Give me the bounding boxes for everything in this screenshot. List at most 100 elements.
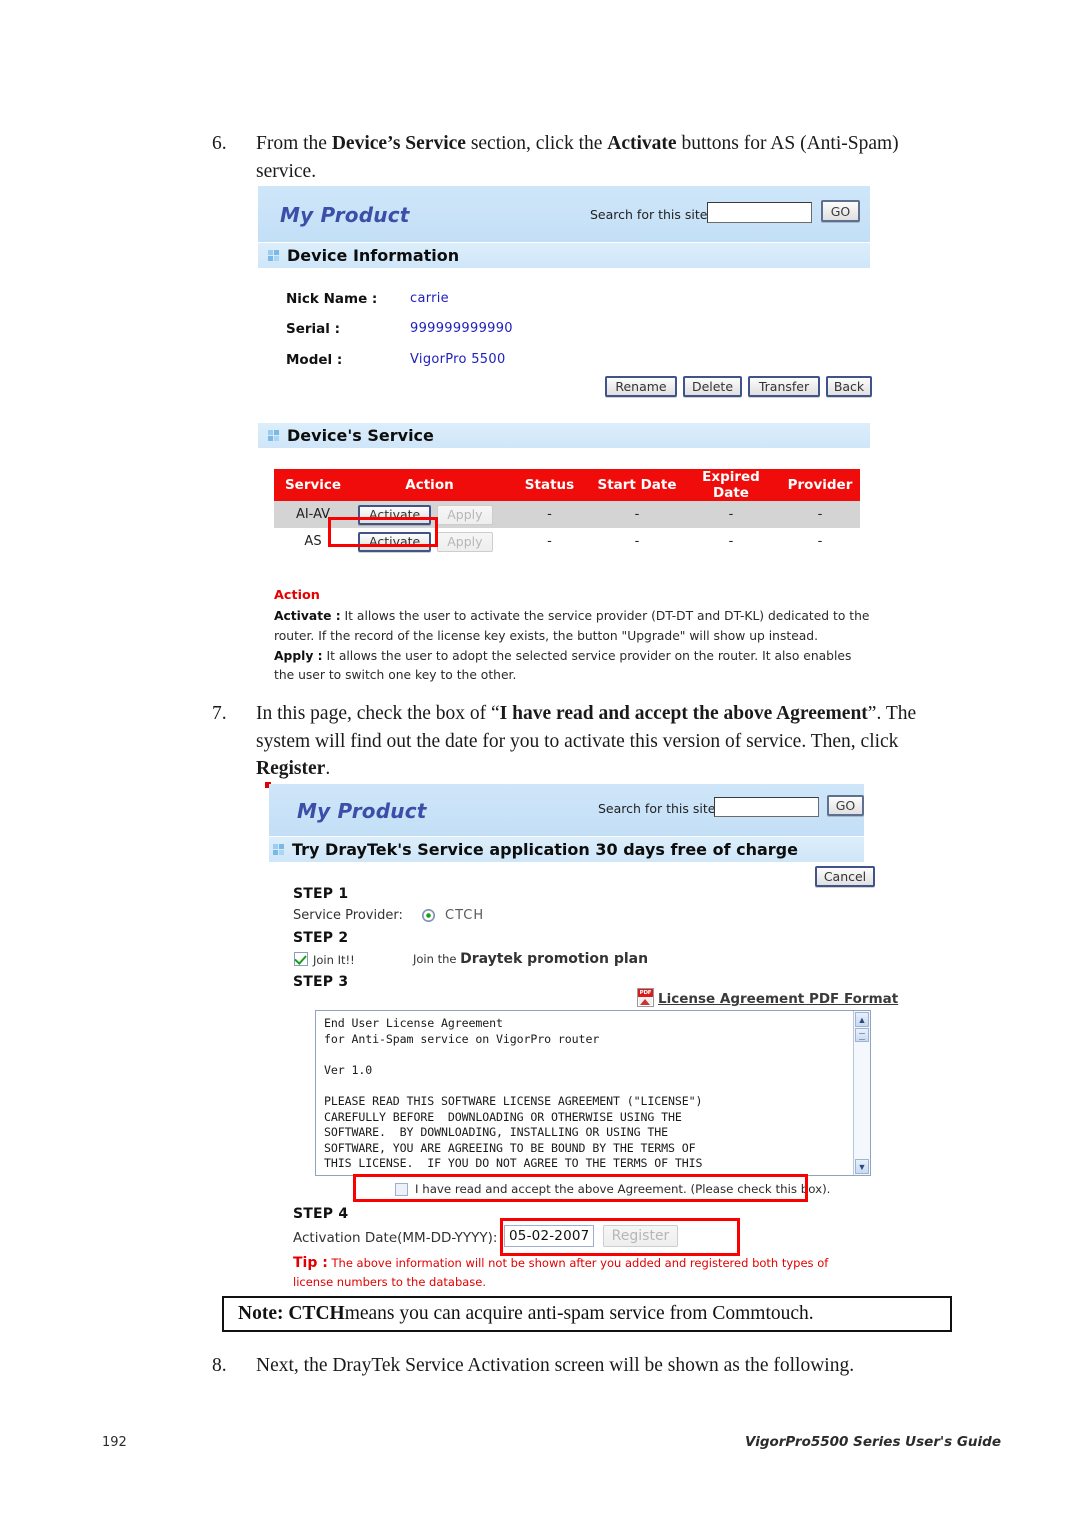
activate-button-as[interactable]: Activate bbox=[358, 531, 432, 552]
col-expired-date: Expired Date bbox=[682, 469, 780, 501]
device-service-section-bar: Device's Service bbox=[258, 422, 870, 448]
apply-description-text: It allows the user to adopt the selected… bbox=[274, 648, 852, 683]
tip-label: Tip : bbox=[293, 1255, 328, 1271]
table-header-row: Service Action Status Start Date Expired… bbox=[274, 469, 860, 501]
expired-date-as: - bbox=[682, 528, 780, 555]
trial-section-title: Try DrayTek's Service application 30 day… bbox=[292, 840, 798, 859]
model-label: Model : bbox=[286, 352, 343, 368]
apply-description-label: Apply : bbox=[274, 648, 323, 663]
service-activation-screenshot: My Product Search for this site GO Try D… bbox=[265, 782, 898, 1289]
promotion-plan-text-light: Join the bbox=[413, 952, 461, 966]
action-cell-ai-av: Activate Apply bbox=[352, 501, 507, 528]
service-provider-radio-ctch[interactable] bbox=[422, 909, 435, 922]
scroll-up-arrow-icon[interactable]: ▲ bbox=[855, 1012, 869, 1027]
promotion-plan-text-bold: Draytek promotion plan bbox=[460, 951, 649, 967]
provider-as: - bbox=[780, 528, 860, 555]
device-information-screenshot: My Product Search for this site GO Devic… bbox=[258, 186, 872, 686]
service-provider-label: Service Provider: bbox=[293, 908, 403, 923]
step-7-paragraph: 7. In this page, check the box of “I hav… bbox=[212, 700, 942, 783]
scroll-thumb[interactable] bbox=[855, 1028, 869, 1042]
cancel-button[interactable]: Cancel bbox=[815, 866, 875, 887]
activation-date-input[interactable]: 05-02-2007 bbox=[504, 1225, 594, 1247]
col-start-date: Start Date bbox=[592, 469, 682, 501]
section-squares-icon bbox=[273, 844, 284, 855]
footer-guide-title: VigorPro5500 Series User's Guide bbox=[745, 1434, 1001, 1450]
note-text: means you can acquire anti-spam service … bbox=[344, 1303, 814, 1324]
start-date-ai-av: - bbox=[592, 501, 682, 528]
col-status: Status bbox=[507, 469, 592, 501]
step-6-text: From the Device’s Service section, click… bbox=[256, 130, 942, 185]
step-6-paragraph: 6. From the Device’s Service section, cl… bbox=[212, 130, 942, 185]
service-name-as: AS bbox=[274, 528, 352, 555]
device-information-section-title: Device Information bbox=[287, 246, 460, 265]
agreement-checkbox-row[interactable]: I have read and accept the above Agreeme… bbox=[395, 1182, 830, 1196]
scroll-down-arrow-icon[interactable]: ▼ bbox=[855, 1159, 869, 1174]
shot1-search-label: Search for this site bbox=[590, 207, 708, 222]
action-description-heading: Action bbox=[274, 588, 320, 603]
license-agreement-textarea[interactable]: End User License Agreement for Anti-Spam… bbox=[315, 1010, 871, 1176]
status-ai-av: - bbox=[507, 501, 592, 528]
step3-title: STEP 3 bbox=[293, 974, 349, 990]
step-7-bold-agreement: I have read and accept the above Agreeme… bbox=[499, 703, 868, 724]
delete-button[interactable]: Delete bbox=[683, 376, 742, 397]
pdf-icon-graphic bbox=[639, 997, 652, 1005]
license-agreement-pdf-link[interactable]: License Agreement PDF Format bbox=[658, 991, 898, 1007]
section-squares-icon bbox=[268, 430, 279, 441]
activate-description-text: It allows the user to activate the servi… bbox=[274, 608, 870, 643]
action-cell-as: Activate Apply bbox=[352, 528, 507, 555]
shot1-brand-logo: My Product bbox=[280, 203, 410, 227]
step-8-paragraph: 8. Next, the DrayTek Service Activation … bbox=[212, 1352, 942, 1380]
pdf-icon-label: PDF bbox=[638, 989, 653, 997]
col-provider: Provider bbox=[780, 469, 860, 501]
activate-description: Activate : It allows the user to activat… bbox=[274, 607, 874, 647]
step1-title: STEP 1 bbox=[293, 886, 349, 902]
shot2-search-input[interactable] bbox=[714, 797, 819, 817]
step-7-text: In this page, check the box of “I have r… bbox=[256, 700, 942, 783]
promotion-plan-text: Join the Draytek promotion plan bbox=[413, 951, 648, 967]
activation-date-label: Activation Date(MM-DD-YYYY): bbox=[293, 1230, 498, 1246]
step2-title: STEP 2 bbox=[293, 930, 349, 946]
activate-description-label: Activate : bbox=[274, 608, 341, 623]
provider-ai-av: - bbox=[780, 501, 860, 528]
step-6-number: 6. bbox=[212, 133, 227, 154]
step-6-bold-activate: Activate bbox=[607, 133, 677, 154]
step-6-text-a: From the bbox=[256, 133, 332, 154]
step-7-number: 7. bbox=[212, 703, 227, 724]
apply-description: Apply : It allows the user to adopt the … bbox=[274, 647, 874, 687]
device-service-table: Service Action Status Start Date Expired… bbox=[274, 469, 860, 555]
device-service-section-title: Device's Service bbox=[287, 426, 434, 445]
start-date-as: - bbox=[592, 528, 682, 555]
register-button: Register bbox=[603, 1225, 678, 1247]
transfer-button[interactable]: Transfer bbox=[748, 376, 820, 397]
agreement-checkbox-label: I have read and accept the above Agreeme… bbox=[415, 1182, 831, 1196]
step4-title: STEP 4 bbox=[293, 1206, 349, 1222]
shot2-go-button[interactable]: GO bbox=[827, 795, 864, 816]
note-callout-box: Note: CTCH means you can acquire anti-sp… bbox=[222, 1296, 952, 1332]
step-8-number: 8. bbox=[212, 1355, 227, 1376]
step-7-bold-register: Register bbox=[256, 758, 326, 780]
serial-value: 999999999990 bbox=[410, 321, 513, 336]
tip-text-block: Tip : The above information will not be … bbox=[293, 1254, 868, 1290]
apply-button-as: Apply bbox=[437, 531, 493, 552]
agreement-checkbox[interactable] bbox=[395, 1182, 408, 1196]
expired-date-ai-av: - bbox=[682, 501, 780, 528]
join-it-checkbox[interactable] bbox=[294, 952, 308, 966]
trial-section-bar: Try DrayTek's Service application 30 day… bbox=[269, 836, 864, 862]
back-button[interactable]: Back bbox=[826, 376, 872, 397]
step-7-text-c: . bbox=[325, 758, 331, 780]
rename-button[interactable]: Rename bbox=[605, 376, 677, 397]
shot2-search-label: Search for this site bbox=[598, 801, 716, 816]
shot1-search-input[interactable] bbox=[707, 202, 812, 223]
service-name-ai-av: AI-AV bbox=[274, 501, 352, 528]
status-as: - bbox=[507, 528, 592, 555]
shot2-header-bar: My Product Search for this site GO bbox=[269, 784, 864, 836]
activate-button-ai-av[interactable]: Activate bbox=[358, 504, 432, 525]
action-description-block: Action Activate : It allows the user to … bbox=[274, 586, 874, 686]
section-squares-icon bbox=[268, 250, 279, 261]
license-scrollbar[interactable]: ▲ ▼ bbox=[853, 1011, 870, 1175]
step-6-text-b: section, click the bbox=[465, 133, 608, 154]
shot1-go-button[interactable]: GO bbox=[821, 200, 860, 222]
apply-button-ai-av: Apply bbox=[437, 504, 493, 525]
device-information-section-bar: Device Information bbox=[258, 242, 870, 268]
step-6-bold-device-service: Device’s Service bbox=[331, 133, 466, 154]
